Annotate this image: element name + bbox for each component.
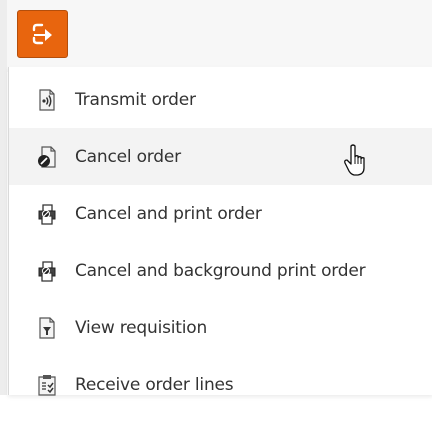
hand-cursor-icon — [344, 144, 365, 176]
transmit-icon — [39, 88, 55, 111]
menu-item-cancel-and-background-print-order[interactable]: Cancel and background print order — [9, 242, 432, 299]
menu-item-label: Cancel and background print order — [75, 260, 366, 281]
printer-icon — [38, 260, 56, 282]
order-actions-button[interactable] — [17, 10, 68, 58]
view-document-icon — [39, 316, 55, 339]
receive-clipboard-icon — [38, 374, 56, 396]
page-edge — [0, 0, 7, 395]
printer-icon — [38, 203, 56, 225]
actions-menu: Transmit order Cancel order Cancel and p… — [8, 67, 432, 396]
menu-item-label: Cancel and print order — [75, 203, 262, 224]
menu-item-transmit-order[interactable]: Transmit order — [9, 71, 432, 128]
order-actions-icon — [32, 23, 52, 45]
menu-item-label: View requisition — [75, 317, 208, 338]
menu-item-label: Cancel order — [75, 146, 181, 167]
menu-item-label: Transmit order — [75, 89, 196, 110]
menu-item-receive-order-lines[interactable]: Receive order lines — [9, 356, 432, 413]
menu-item-view-requisition[interactable]: View requisition — [9, 299, 432, 356]
menu-item-label: Receive order lines — [75, 374, 234, 395]
cancel-document-icon — [38, 145, 56, 168]
menu-item-cancel-and-print-order[interactable]: Cancel and print order — [9, 185, 432, 242]
